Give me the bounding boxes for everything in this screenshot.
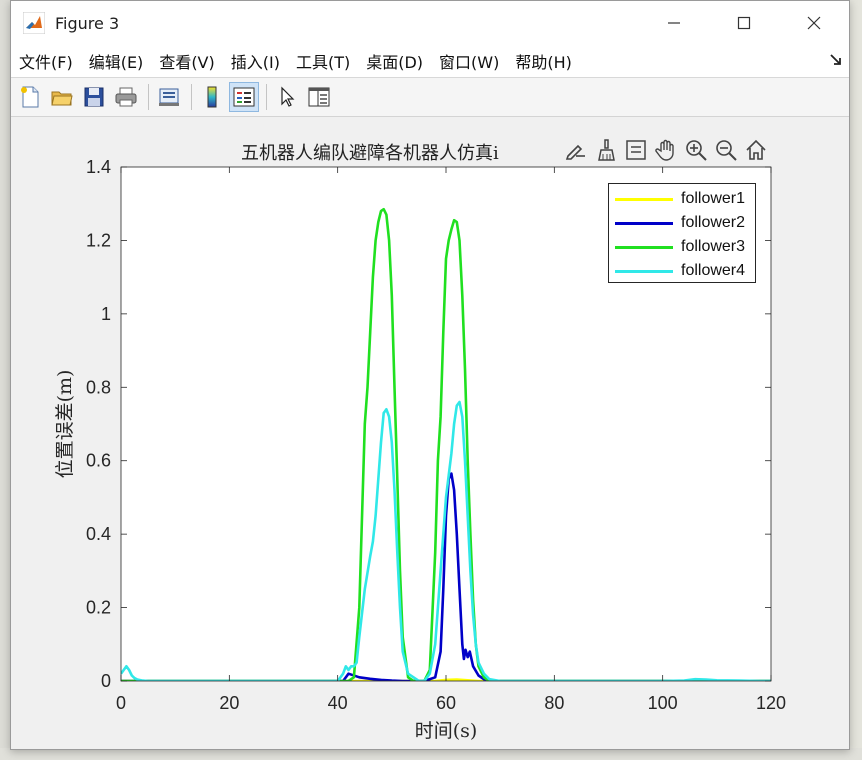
- y-tick-label: 0.8: [86, 377, 111, 397]
- y-tick-label: 1.4: [86, 157, 111, 177]
- close-icon: [807, 16, 821, 30]
- y-axis-label: 位置误差(m): [54, 370, 76, 479]
- print-icon: [115, 87, 137, 107]
- x-axis-label: 时间(s): [415, 720, 478, 742]
- legend-icon: [233, 87, 255, 107]
- menu-help[interactable]: 帮助(H): [507, 49, 580, 73]
- legend-label: follower4: [681, 262, 746, 279]
- x-tick-label: 100: [648, 693, 678, 713]
- legend-item-follower3: follower3: [615, 236, 745, 258]
- y-tick-label: 1: [101, 304, 111, 324]
- chart-legend[interactable]: follower1 follower2 follower3 follower4: [608, 183, 756, 283]
- zoom-in-icon: [686, 140, 707, 161]
- pointer-icon: [281, 86, 295, 107]
- zoom-out-icon: [716, 140, 737, 161]
- print-preview-button[interactable]: [154, 82, 184, 112]
- save-button[interactable]: [79, 82, 109, 112]
- save-icon: [84, 87, 104, 107]
- maximize-icon: [737, 16, 751, 30]
- data-tips-icon: [626, 140, 646, 160]
- data-brush-button[interactable]: [591, 135, 621, 165]
- figure-toolbar: [11, 78, 849, 117]
- legend-item-follower1: follower1: [615, 188, 745, 210]
- legend-item-follower4: follower4: [615, 260, 745, 282]
- menu-edit[interactable]: 编辑(E): [81, 49, 152, 73]
- chart-title: 五机器人编队避障各机器人仿真i: [241, 143, 499, 164]
- menu-view[interactable]: 查看(V): [151, 49, 222, 73]
- toolbar-separator: [148, 84, 149, 110]
- data-tips-button[interactable]: [621, 135, 651, 165]
- window-title: Figure 3: [55, 13, 120, 33]
- x-tick-label: 40: [328, 693, 348, 713]
- home-button[interactable]: [741, 135, 771, 165]
- new-figure-button[interactable]: [15, 82, 45, 112]
- menu-insert[interactable]: 插入(I): [223, 49, 288, 73]
- figure-window: Figure 3 文件(F) 编辑(E) 查看(V) 插入(I) 工具(T) 桌…: [10, 0, 850, 750]
- legend-toggle-button[interactable]: [229, 82, 259, 112]
- legend-swatch-follower2: [615, 221, 673, 225]
- title-bar[interactable]: Figure 3: [11, 1, 849, 45]
- brush-edit-icon: [565, 144, 585, 160]
- menu-bar: 文件(F) 编辑(E) 查看(V) 插入(I) 工具(T) 桌面(D) 窗口(W…: [11, 45, 849, 78]
- colorbar-button[interactable]: [197, 82, 227, 112]
- minimize-button[interactable]: [639, 1, 709, 45]
- menu-desktop[interactable]: 桌面(D): [358, 49, 431, 73]
- menu-window[interactable]: 窗口(W): [431, 49, 507, 73]
- pointer-button[interactable]: [272, 82, 302, 112]
- x-tick-label: 120: [756, 693, 786, 713]
- print-button[interactable]: [111, 82, 141, 112]
- property-inspector-button[interactable]: [304, 82, 334, 112]
- matlab-logo-icon: [23, 12, 45, 34]
- legend-label: follower2: [681, 214, 746, 231]
- maximize-button[interactable]: [709, 1, 779, 45]
- open-file-button[interactable]: [47, 82, 77, 112]
- zoom-out-button[interactable]: [711, 135, 741, 165]
- print-preview-icon: [159, 88, 179, 106]
- open-file-icon: [51, 91, 73, 106]
- y-tick-label: 1.2: [86, 230, 111, 250]
- pan-hand-icon: [655, 139, 674, 161]
- y-tick-label: 0.2: [86, 598, 111, 618]
- y-tick-label: 0: [101, 671, 111, 691]
- data-brush-icon: [598, 139, 615, 161]
- x-tick-label: 60: [436, 693, 456, 713]
- legend-item-follower2: follower2: [615, 212, 745, 234]
- colorbar-icon: [207, 86, 217, 108]
- x-tick-label: 0: [116, 693, 126, 713]
- legend-swatch-follower3: [615, 245, 673, 249]
- menu-file[interactable]: 文件(F): [11, 49, 81, 73]
- close-button[interactable]: [779, 1, 849, 45]
- y-tick-label: 0.6: [86, 451, 111, 471]
- pan-button[interactable]: [651, 135, 681, 165]
- legend-swatch-follower4: [615, 269, 673, 273]
- home-icon: [746, 139, 766, 160]
- menu-tools[interactable]: 工具(T): [288, 49, 358, 73]
- x-tick-label: 20: [219, 693, 239, 713]
- x-tick-label: 80: [544, 693, 564, 713]
- legend-label: follower1: [681, 190, 746, 207]
- brush-edit-button[interactable]: [561, 135, 591, 165]
- figure-canvas: 0 20 40 60 80 100 120 0 0.2 0.4 0.6 0.8 1 1.2 1.4 时间(s)…: [11, 117, 849, 749]
- dock-figure-icon[interactable]: [829, 53, 843, 67]
- zoom-in-button[interactable]: [681, 135, 711, 165]
- background-app-right: [850, 0, 862, 760]
- new-figure-icon: [21, 86, 39, 108]
- toolbar-separator: [266, 84, 267, 110]
- toolbar-separator: [191, 84, 192, 110]
- legend-swatch-follower1: [615, 197, 673, 201]
- property-inspector-icon: [308, 87, 330, 107]
- y-tick-label: 0.4: [86, 524, 111, 544]
- minimize-icon: [668, 22, 680, 24]
- legend-label: follower3: [681, 238, 746, 255]
- axes-toolbar: [561, 135, 771, 165]
